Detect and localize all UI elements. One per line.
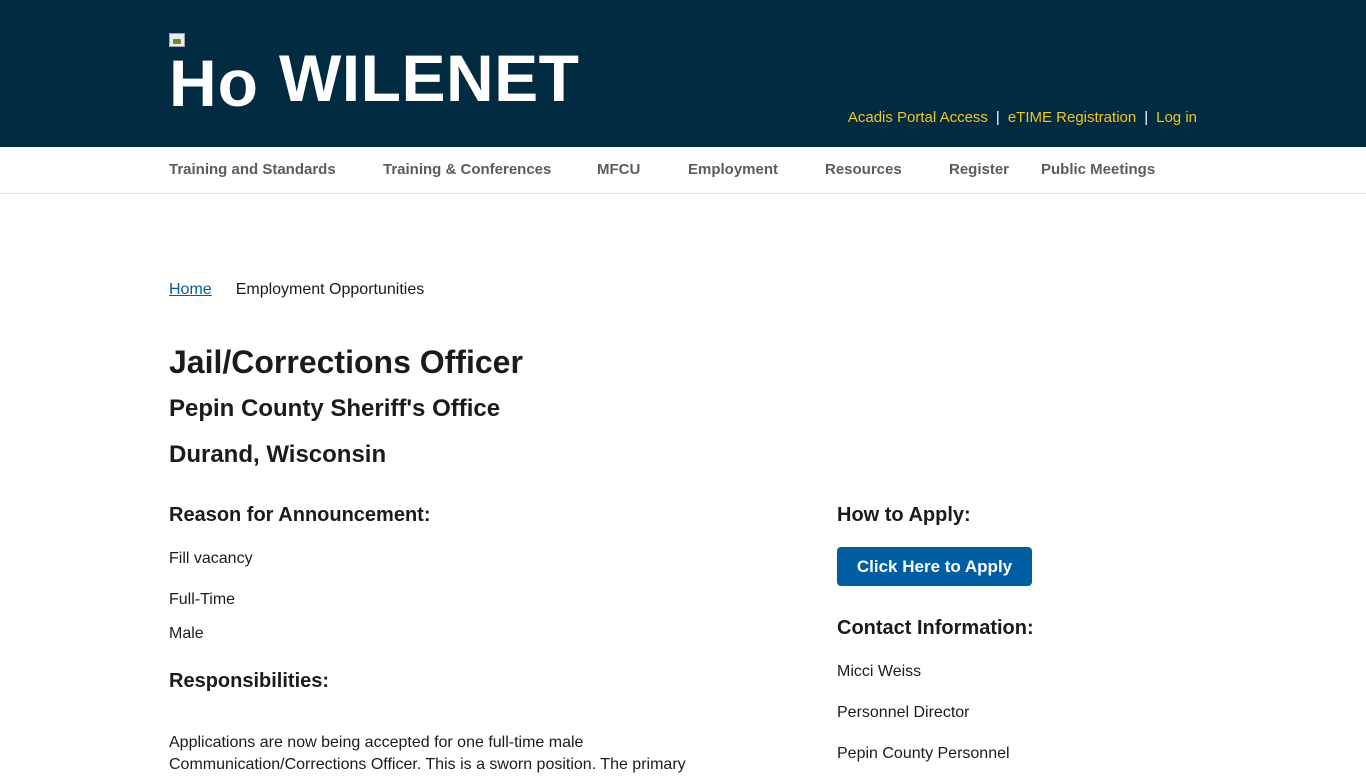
contact-heading: Contact Information: [837,617,1034,639]
utility-links: Acadis Portal Access | eTIME Registration |… [848,108,1197,128]
page-title: Jail/Corrections Officer [169,344,523,380]
site-name[interactable]: WILENET [279,40,579,116]
nav-item-training-conferences[interactable]: Training & Conferences [383,161,551,179]
apply-button[interactable]: Click Here to Apply [837,547,1032,586]
employment-type: Full-Time [169,591,236,608]
agency-name: Pepin County Sheriff's Office [169,395,501,422]
nav-item-employment[interactable]: Employment [688,161,778,179]
reason-heading: Reason for Announcement: [169,504,431,526]
separator: | [995,109,1000,126]
site-header: Ho WILENET Acadis Portal Access | eTIME Re… [0,0,1366,147]
main-nav: Training and Standards Training & Confer… [0,147,1366,194]
responsibilities-text: Applications are now being accepted for … [169,734,686,773]
gender-requirement: Male [169,625,204,642]
home-logo-link[interactable]: Ho [169,33,261,115]
acadis-portal-link[interactable]: Acadis Portal Access [848,109,988,126]
job-location: Durand, Wisconsin [169,441,387,468]
logo-alt-text: Ho [169,46,259,115]
reason-text: Fill vacancy [169,550,253,567]
nav-item-mfcu[interactable]: MFCU [597,161,640,179]
how-to-apply-heading: How to Apply: [837,504,971,526]
contact-title: Personnel Director [837,704,970,721]
contact-organization: Pepin County Personnel [837,745,1010,762]
separator: | [1144,109,1149,126]
responsibilities-heading: Responsibilities: [169,670,330,692]
contact-name: Micci Weiss [837,663,922,680]
breadcrumb-current: Employment Opportunities [235,281,425,298]
login-link[interactable]: Log in [1156,109,1197,126]
nav-item-training-and-standards[interactable]: Training and Standards [169,161,336,179]
breadcrumb: Home Employment Opportunities [169,280,424,300]
nav-item-public-meetings[interactable]: Public Meetings [1041,161,1155,179]
broken-image-icon [169,33,185,47]
etime-registration-link[interactable]: eTIME Registration [1008,109,1136,126]
nav-item-register[interactable]: Register [949,161,1009,179]
breadcrumb-home-link[interactable]: Home [169,281,212,298]
nav-item-resources[interactable]: Resources [825,161,902,179]
